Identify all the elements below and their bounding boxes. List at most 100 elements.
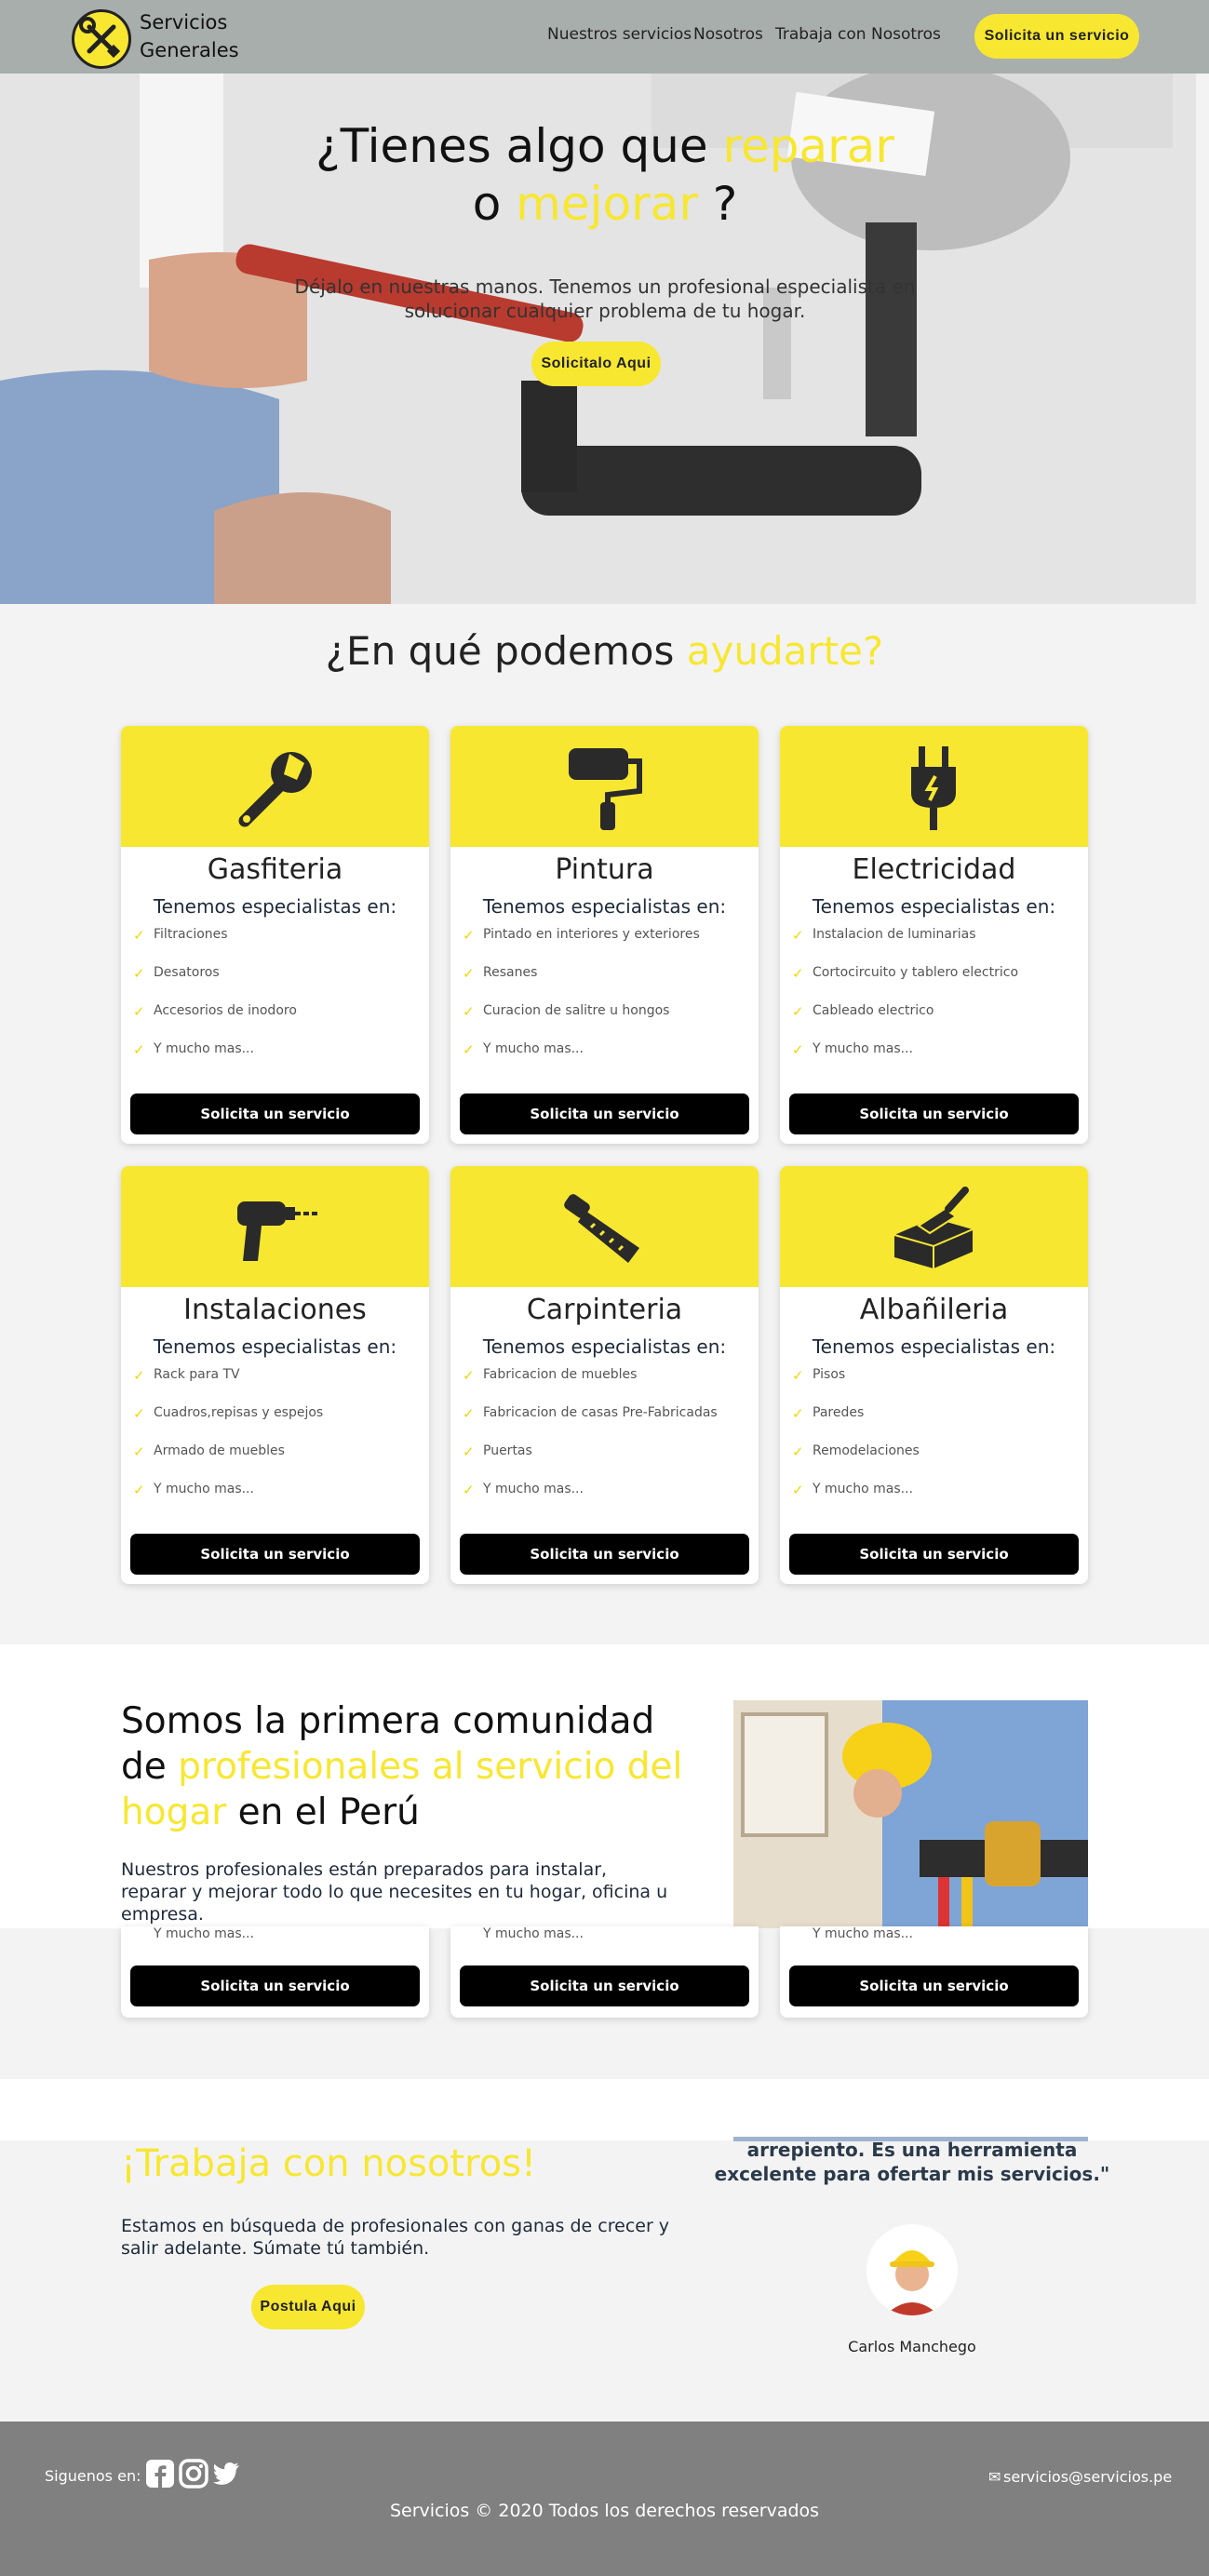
nav-link-trabaja[interactable]: Trabaja con Nosotros: [775, 25, 941, 44]
list-item-text: Filtraciones: [154, 927, 228, 942]
hero-cta-button[interactable]: Solicitalo Aqui: [531, 342, 661, 386]
service-card-carpinteria: Carpinteria Tenemos especialistas en: ✓ F…: [450, 1166, 759, 1584]
nav-link-servicios[interactable]: Nuestros servicios: [547, 25, 692, 44]
check-icon: ✓: [792, 1443, 804, 1460]
worker-image: [733, 1700, 1088, 1928]
card-header: [780, 1166, 1088, 1287]
hero-subtitle: Déjalo en nuestras manos. Tenemos un pro…: [294, 275, 916, 322]
hero-title: ¿Tienes algo que reparar o mejorar ?: [279, 117, 931, 233]
hero-title-highlight1: reparar: [722, 119, 894, 173]
service-card-pintura: Pintura Tenemos especialistas en: ✓ Pinta…: [450, 726, 759, 1144]
paint-roller-icon: [569, 748, 642, 830]
request-service-button[interactable]: Solicita un servicio: [130, 1093, 420, 1134]
card-header: [780, 726, 1088, 847]
card-list: ✓ Pintado en interiores y exteriores ✓ Res…: [463, 927, 700, 1080]
check-icon: ✓: [463, 1003, 475, 1020]
request-service-button[interactable]: Solicita un servicio: [789, 1966, 1079, 2006]
community-title-part2: en el Perú: [226, 1791, 420, 1833]
list-item: ✓ Pintado en interiores y exteriores: [463, 927, 700, 965]
list-item-text: Armado de muebles: [154, 1443, 285, 1458]
twitter-icon[interactable]: [211, 2459, 241, 2489]
card-list: ✓ Pisos ✓ Paredes ✓ Remodelaciones ✓ Y mucho…: [792, 1367, 920, 1520]
list-item-text: Fabricacion de muebles: [483, 1367, 638, 1382]
check-icon: ✓: [133, 1405, 145, 1422]
list-item-text: Remodelaciones: [813, 1443, 920, 1458]
list-item-text: Y mucho mas...: [813, 1482, 913, 1496]
check-icon: ✓: [463, 1482, 475, 1498]
list-item-text: Pintado en interiores y exteriores: [483, 927, 700, 942]
card-fragment: Y mucho mas... Solicita un servicio: [121, 1926, 429, 2018]
list-item: ✓ Puertas: [463, 1443, 718, 1482]
card-title: Albañileria: [859, 1294, 1009, 1326]
card-header: [450, 726, 759, 847]
instagram-icon[interactable]: [179, 2459, 208, 2489]
list-item-text: Accesorios de inodoro: [154, 1003, 297, 1018]
section-divider: [0, 2079, 1209, 2140]
request-service-button[interactable]: Solicita un servicio: [460, 1966, 749, 2006]
list-item-text: Y mucho mas...: [154, 1926, 254, 1941]
brand-line-1: Servicios: [140, 11, 228, 34]
wrench-icon: [238, 752, 312, 827]
list-item-text: Y mucho mas...: [154, 1482, 254, 1496]
card-header: [121, 726, 429, 847]
list-item: ✓ Filtraciones: [133, 927, 297, 965]
header-cta-button[interactable]: Solicita un servicio: [974, 14, 1139, 59]
card-list: ✓ Fabricacion de muebles ✓ Fabricacion de …: [463, 1367, 718, 1520]
list-item: ✓ Resanes: [463, 965, 700, 1003]
contact-email[interactable]: ✉ servicios@servicios.pe: [988, 2468, 1172, 2486]
site-footer: [0, 2422, 1209, 2576]
apply-button[interactable]: Postula Aqui: [251, 2285, 365, 2329]
nav-link-nosotros[interactable]: Nosotros: [693, 25, 763, 44]
list-item-text: Curacion de salitre u hongos: [483, 1003, 670, 1018]
card-list: ✓ Filtraciones ✓ Desatoros ✓ Accesorios de …: [133, 927, 297, 1080]
facebook-icon[interactable]: [145, 2459, 175, 2489]
card-subtitle: Tenemos especialistas en:: [482, 895, 727, 918]
copyright: Servicios © 2020 Todos los derechos rese…: [389, 2501, 820, 2521]
services-title-highlight: ayudarte?: [686, 628, 884, 674]
request-service-button[interactable]: Solicita un servicio: [130, 1966, 420, 2006]
list-item: ✓ Y mucho mas...: [463, 1482, 718, 1520]
list-item-text: Y mucho mas...: [154, 1041, 254, 1056]
list-item-text: Cuadros,repisas y espejos: [154, 1405, 324, 1420]
check-icon: ✓: [792, 1041, 804, 1058]
card-subtitle: Tenemos especialistas en:: [153, 1335, 397, 1358]
envelope-icon: ✉: [988, 2468, 1001, 2486]
brand-name[interactable]: Servicios Generales: [140, 8, 239, 64]
list-item-text: Rack para TV: [154, 1367, 240, 1382]
list-item: ✓ Curacion de salitre u hongos: [463, 1003, 700, 1041]
card-title: Gasfiteria: [207, 853, 343, 886]
check-icon: ✓: [133, 1443, 145, 1460]
check-icon: ✓: [463, 965, 475, 982]
card-title: Pintura: [555, 853, 654, 886]
card-title: Electricidad: [852, 853, 1016, 886]
request-service-button[interactable]: Solicita un servicio: [460, 1534, 749, 1575]
check-icon: ✓: [133, 1041, 145, 1058]
service-card-albanileria: Albañileria Tenemos especialistas en: ✓ P…: [780, 1166, 1088, 1584]
check-icon: ✓: [792, 1367, 804, 1384]
check-icon: ✓: [463, 927, 475, 944]
list-item-text: Resanes: [483, 965, 538, 980]
avatar: [866, 2224, 958, 2315]
work-text: Estamos en búsqueda de profesionales con…: [121, 2216, 670, 2259]
check-icon: ✓: [792, 965, 804, 982]
request-service-button[interactable]: Solicita un servicio: [789, 1093, 1079, 1134]
community-title: Somos la primera comunidad de profesiona…: [121, 1698, 698, 1835]
card-list: ✓ Instalacion de luminarias ✓ Cortocircuit…: [792, 927, 1018, 1080]
request-service-button[interactable]: Solicita un servicio: [789, 1534, 1079, 1575]
request-service-button[interactable]: Solicita un servicio: [460, 1093, 749, 1134]
check-icon: ✓: [133, 1367, 145, 1384]
testimonial-author: Carlos Manchego: [848, 2338, 976, 2355]
card-fragment: Y mucho mas... Solicita un servicio: [450, 1926, 759, 2018]
request-service-button[interactable]: Solicita un servicio: [130, 1534, 420, 1575]
list-item-text: Fabricacion de casas Pre-Fabricadas: [483, 1405, 718, 1420]
tools-icon[interactable]: [72, 9, 131, 69]
check-icon: ✓: [792, 1482, 804, 1498]
follow-label: Siguenos en:: [45, 2467, 141, 2485]
check-icon: ✓: [463, 1041, 475, 1058]
services-title: ¿En qué podemos ayudarte?: [0, 628, 1209, 674]
check-icon: ✓: [463, 1367, 475, 1384]
card-title: Instalaciones: [183, 1294, 367, 1326]
drill-icon: [237, 1201, 317, 1261]
check-icon: ✓: [133, 965, 145, 982]
list-item: ✓ Fabricacion de casas Pre-Fabricadas: [463, 1405, 718, 1443]
